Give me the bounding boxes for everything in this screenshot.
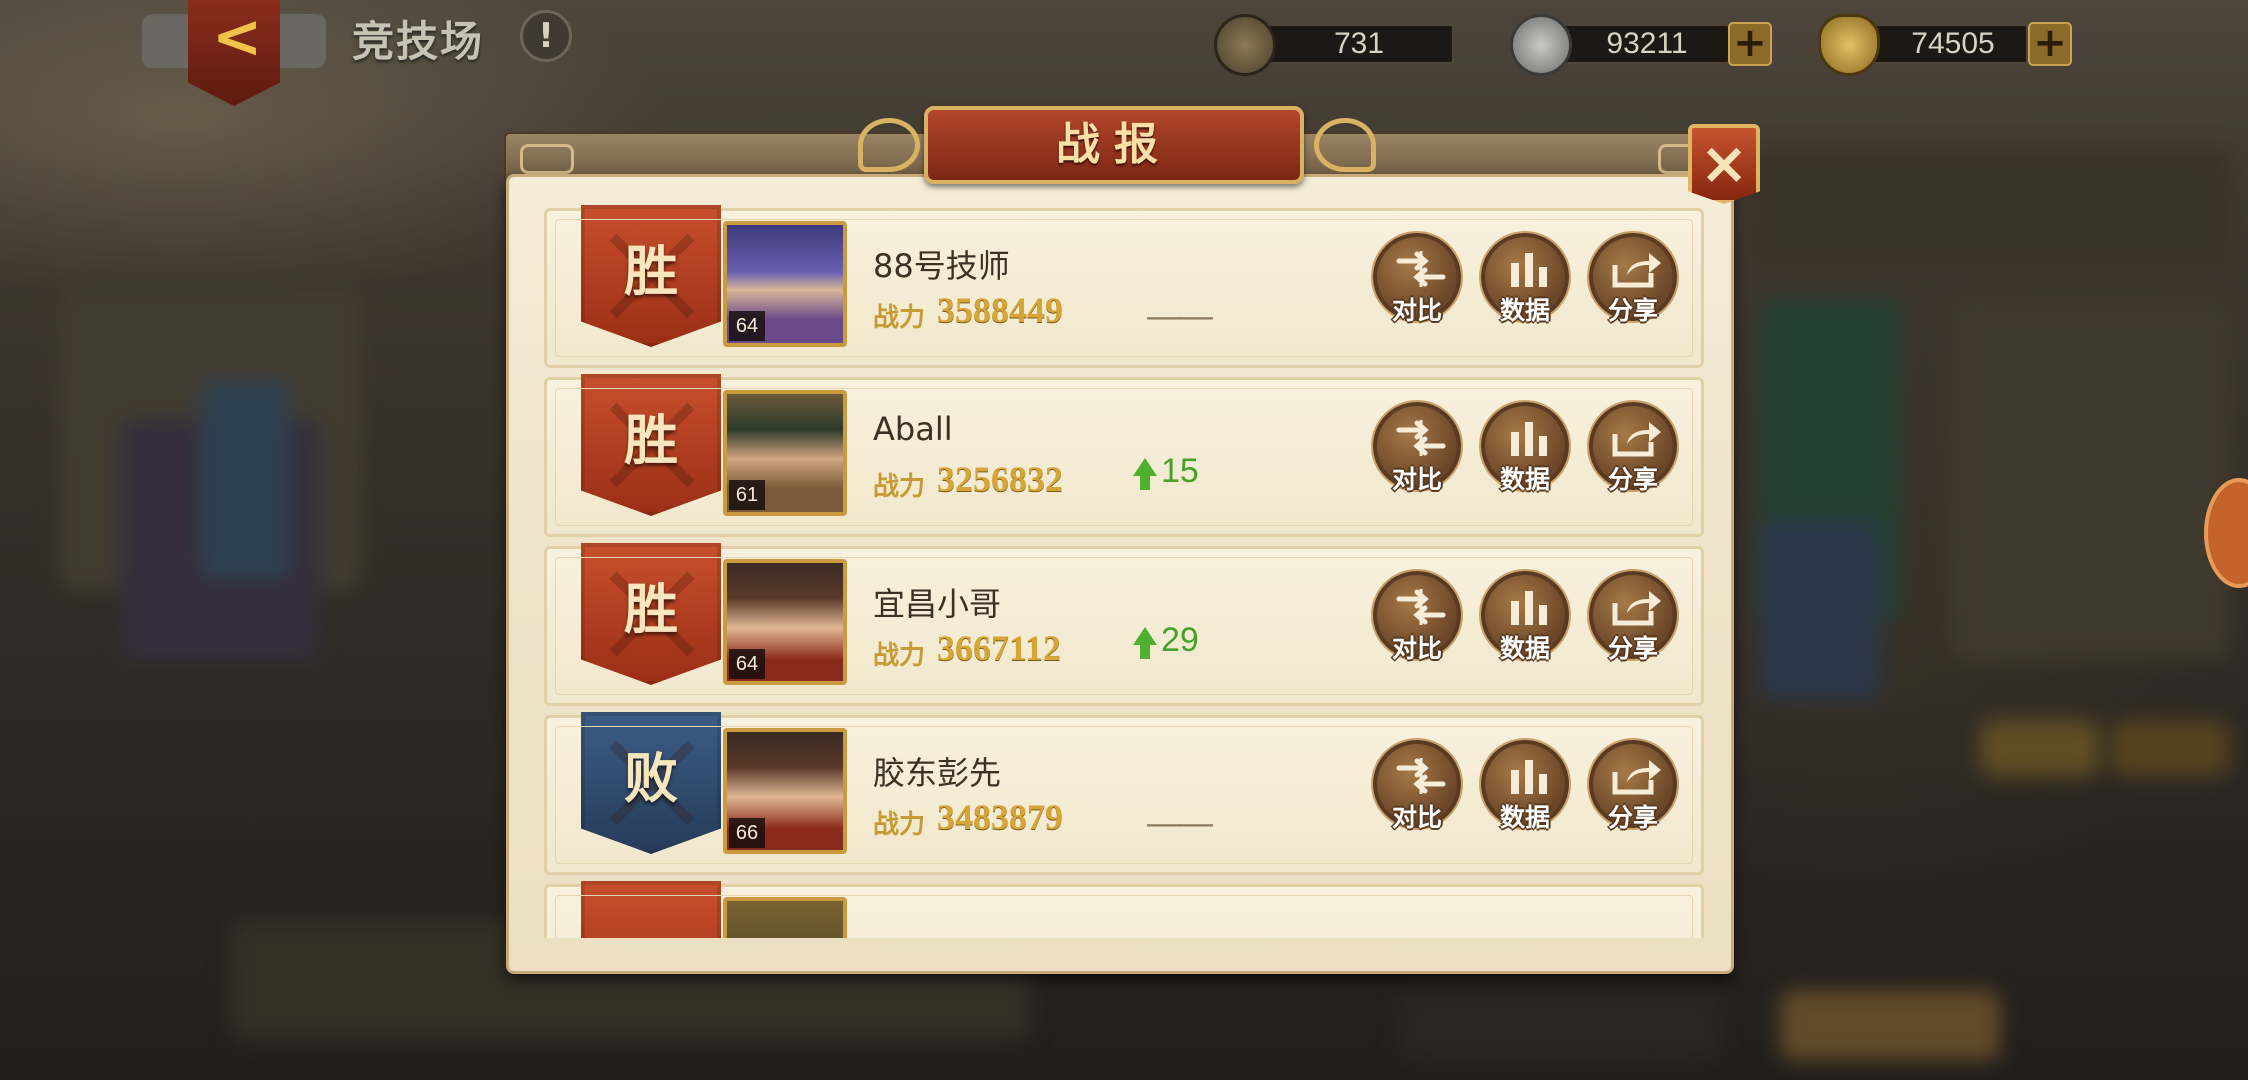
power-label: 战力 xyxy=(873,472,926,502)
data-label: 数据 xyxy=(1499,465,1550,494)
title-plaque: 战报 xyxy=(858,106,1376,184)
battle-record-row-partial xyxy=(544,881,1704,938)
hero-level: 64 xyxy=(729,649,765,679)
share-label: 分享 xyxy=(1607,465,1658,494)
data-label: 数据 xyxy=(1499,803,1550,832)
compare-label: 对比 xyxy=(1391,634,1442,663)
compare-button[interactable]: 对比 xyxy=(1373,402,1461,514)
copper-coin-icon xyxy=(1214,14,1276,76)
power-value: 3667112 xyxy=(937,628,1062,668)
power-value: 3256832 xyxy=(937,459,1063,499)
victory-badge: 胜 xyxy=(581,374,721,516)
compare-label: 对比 xyxy=(1391,803,1442,832)
victory-badge: 胜 xyxy=(581,543,721,685)
hero-portrait[interactable]: 64 xyxy=(723,221,847,347)
battle-record-row: 胜 64 宜昌小哥战力 3667112 29 对比 数据 分享 xyxy=(544,543,1704,706)
data-label: 数据 xyxy=(1499,634,1550,663)
silver-coin-icon xyxy=(1510,14,1572,76)
currency-gold-value: 74505 xyxy=(1911,27,1995,60)
rank-change: 29 xyxy=(1133,621,1199,661)
hero-level: 61 xyxy=(729,480,765,510)
share-button[interactable]: 分享 xyxy=(1589,740,1677,852)
rank-up-arrow-stem xyxy=(1140,474,1150,490)
rank-change: 15 xyxy=(1133,452,1199,492)
data-button[interactable]: 数据 xyxy=(1481,402,1569,514)
back-arrow-icon: < xyxy=(212,2,263,72)
battle-record-row: 败 66 胶东彭先战力 3483879 —— 对比 数据 分享 xyxy=(544,712,1704,875)
hero-avatar xyxy=(727,901,843,938)
power-label: 战力 xyxy=(873,810,926,840)
rank-change-none: —— xyxy=(1147,804,1213,842)
player-name: 宜昌小哥 xyxy=(873,585,1002,623)
title-ornament-right xyxy=(1314,118,1376,172)
currency-copper: 731 xyxy=(1214,14,1454,76)
rank-change-value: 29 xyxy=(1161,621,1199,659)
rank-change-none: —— xyxy=(1147,297,1213,335)
currency-silver: 93211 + xyxy=(1510,14,1772,76)
result-label: 胜 xyxy=(624,240,678,303)
result-label: 胜 xyxy=(624,578,678,641)
compare-button[interactable]: 对比 xyxy=(1373,233,1461,345)
add-silver-button[interactable]: + xyxy=(1728,22,1772,66)
power-label: 战力 xyxy=(873,641,926,671)
close-button[interactable]: × xyxy=(1688,124,1760,204)
add-gold-button[interactable]: + xyxy=(2028,22,2072,66)
player-name: 88号技师 xyxy=(873,247,1010,285)
share-label: 分享 xyxy=(1607,803,1658,832)
power-value: 3588449 xyxy=(937,290,1063,330)
compare-button[interactable]: 对比 xyxy=(1373,740,1461,852)
currency-gold: 74505 + xyxy=(1818,14,2072,76)
victory-badge: 胜 xyxy=(581,205,721,347)
scroll-ornament xyxy=(520,144,574,174)
currency-silver-value: 93211 xyxy=(1606,27,1688,60)
share-button[interactable]: 分享 xyxy=(1589,233,1677,345)
compare-button[interactable]: 对比 xyxy=(1373,571,1461,683)
victory-badge xyxy=(581,881,721,938)
battle-record-row: 胜 64 88号技师战力 3588449 —— 对比 数据 分享 xyxy=(544,205,1704,368)
battle-record-row: 胜 61 Aball 战力 3256832 15 对比 数据 分享 xyxy=(544,374,1704,537)
share-label: 分享 xyxy=(1607,634,1658,663)
data-button[interactable]: 数据 xyxy=(1481,571,1569,683)
hero-portrait[interactable]: 61 xyxy=(723,390,847,516)
battle-record-list[interactable]: 胜 64 88号技师 战力 3588449 —— 对比 数据 分享胜 61 Aball 战力 32568… xyxy=(530,202,1710,938)
compare-label: 对比 xyxy=(1391,296,1442,325)
title-ornament-left xyxy=(858,118,920,172)
modal-title: 战报 xyxy=(1056,119,1172,170)
hero-level: 66 xyxy=(729,818,765,848)
share-button[interactable]: 分享 xyxy=(1589,571,1677,683)
result-label: 胜 xyxy=(624,409,678,472)
compare-label: 对比 xyxy=(1391,465,1442,494)
hero-level: 64 xyxy=(729,311,765,341)
rank-change-value: 15 xyxy=(1161,452,1199,490)
gold-ingot-icon xyxy=(1818,14,1880,76)
share-button[interactable]: 分享 xyxy=(1589,402,1677,514)
info-button[interactable]: ! xyxy=(520,10,572,62)
page-title: 竞技场 xyxy=(352,17,485,66)
result-label: 败 xyxy=(624,747,678,810)
hero-portrait[interactable] xyxy=(723,897,847,938)
player-name: 胶东彭先 xyxy=(873,754,1002,792)
hero-portrait[interactable]: 64 xyxy=(723,559,847,685)
data-button[interactable]: 数据 xyxy=(1481,233,1569,345)
data-button[interactable]: 数据 xyxy=(1481,740,1569,852)
power-value: 3483879 xyxy=(937,797,1063,837)
share-label: 分享 xyxy=(1607,296,1658,325)
power-label: 战力 xyxy=(873,303,926,333)
defeat-badge: 败 xyxy=(581,712,721,854)
currency-copper-value: 731 xyxy=(1333,27,1385,60)
hero-portrait[interactable]: 66 xyxy=(723,728,847,854)
data-label: 数据 xyxy=(1499,296,1550,325)
back-button[interactable]: < xyxy=(142,0,342,110)
player-name: Aball xyxy=(873,410,953,448)
rank-up-arrow-stem xyxy=(1140,643,1150,659)
